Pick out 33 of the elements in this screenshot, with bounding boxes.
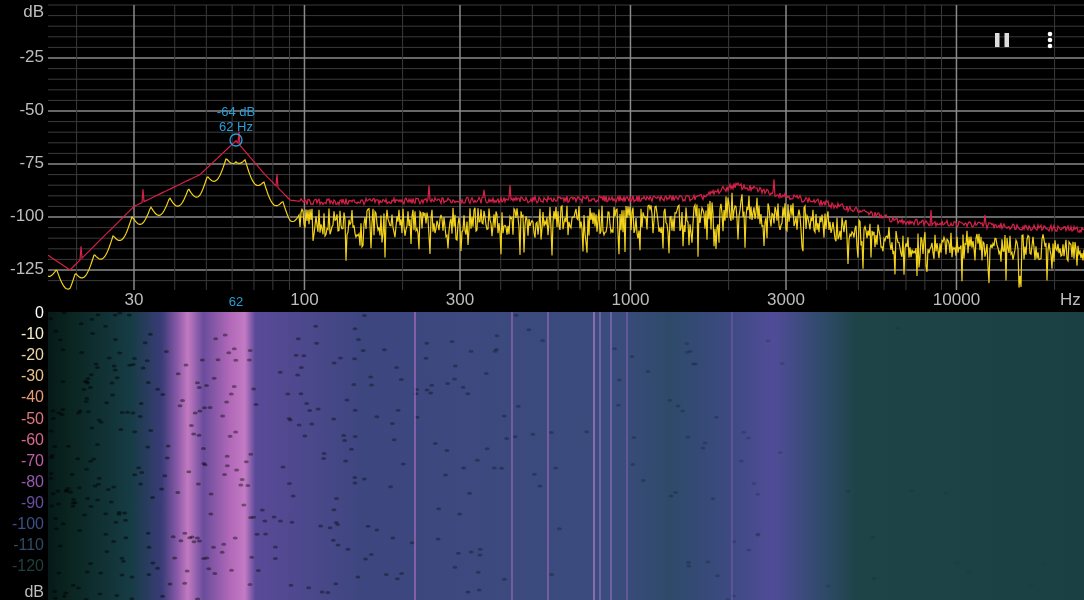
- y-axis-unit: dB: [23, 2, 44, 22]
- color-scale-label: -20: [20, 346, 44, 365]
- color-scale-label: -100: [11, 515, 44, 533]
- peak-frequency-axis-label: 62: [227, 293, 245, 311]
- peak-frequency-label: 62 Hz: [218, 119, 254, 134]
- color-scale-unit: dB: [24, 583, 44, 600]
- pause-icon: [994, 32, 1010, 48]
- x-axis-label: 100: [289, 290, 320, 310]
- more-options-icon: [1047, 31, 1053, 49]
- color-scale-label: -80: [20, 472, 44, 491]
- color-scale-label: -110: [13, 536, 44, 555]
- y-axis-label: -100: [9, 206, 44, 226]
- color-scale-label: 0: [35, 304, 44, 322]
- x-axis-label: 30: [123, 290, 145, 310]
- color-scale-label: -70: [20, 451, 44, 470]
- x-axis-label: 10000: [931, 290, 982, 310]
- x-axis-label: 3000: [766, 290, 806, 310]
- peak-level-label: -64 dB: [215, 104, 257, 119]
- color-scale-label: -10: [20, 325, 44, 344]
- color-scale-label: -120: [11, 557, 44, 576]
- y-axis-label: -75: [19, 153, 44, 173]
- color-scale-label: -30: [20, 367, 44, 386]
- color-scale-label: -40: [20, 388, 44, 407]
- color-scale-label: -90: [20, 493, 44, 512]
- x-axis-label: 300: [444, 290, 476, 310]
- x-axis-label: 1000: [610, 290, 651, 310]
- y-axis-label: -50: [19, 100, 44, 120]
- color-scale-label: -60: [20, 430, 44, 449]
- color-scale-label: -50: [20, 409, 44, 428]
- x-axis-unit: Hz: [1060, 290, 1081, 310]
- peak-marker-icon: [229, 133, 243, 147]
- y-axis-label: -125: [9, 259, 44, 279]
- y-axis-label: -25: [19, 47, 44, 67]
